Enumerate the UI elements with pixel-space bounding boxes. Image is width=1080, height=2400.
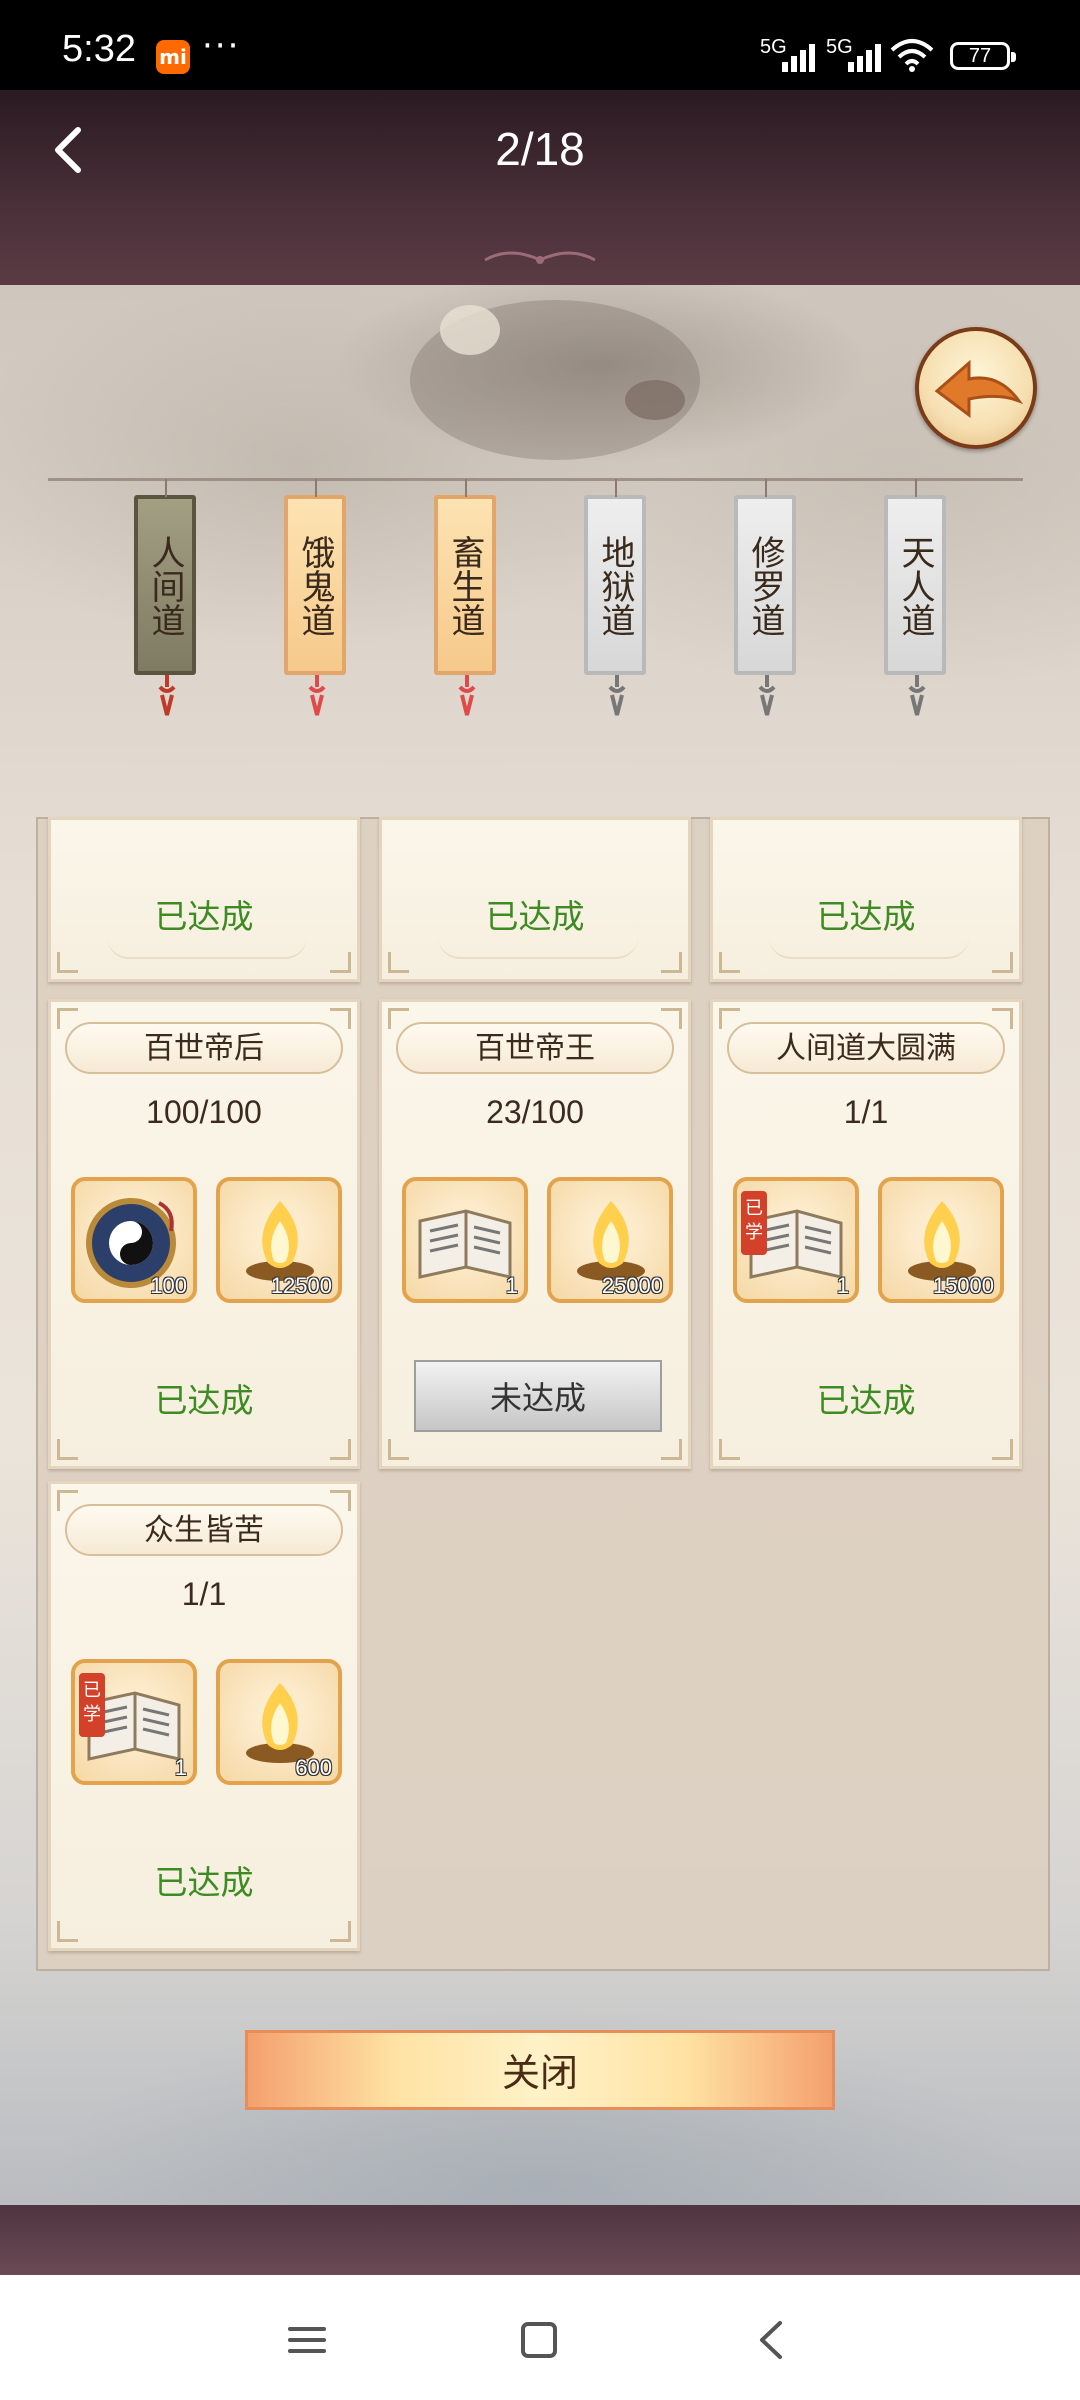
status-achieved: 已达成	[485, 897, 585, 936]
return-arrow-icon	[934, 359, 1024, 418]
item-quantity: 15000	[932, 1273, 994, 1298]
achievement-progress: 1/1	[181, 1576, 227, 1612]
tab-label: 修罗道	[745, 535, 785, 637]
tab-xiuluodao[interactable]: 修罗道	[734, 479, 796, 716]
reward-item[interactable]: 已学 1	[733, 1177, 859, 1303]
item-quantity: 12500	[270, 1273, 332, 1298]
learned-badge: 已学	[79, 1673, 105, 1737]
tassel-icon	[908, 675, 926, 716]
status-bar: 5:32 mi ··· 5G 5G 77	[0, 0, 1080, 90]
tassel-icon	[308, 675, 326, 716]
tab-label: 天人道	[895, 535, 935, 637]
header-ornament-icon	[484, 251, 596, 264]
battery-icon: 77	[950, 42, 1016, 70]
home-icon[interactable]	[514, 2315, 564, 2365]
achievement-card[interactable]: 已达成	[379, 817, 691, 982]
bottom-frame	[0, 2205, 1080, 2275]
tab-rope	[48, 478, 1023, 481]
item-quantity: 1	[174, 1755, 187, 1780]
status-achieved: 已达成	[154, 897, 254, 936]
achievement-card[interactable]: 已达成	[710, 817, 1022, 982]
achievement-title: 众生皆苦	[65, 1504, 343, 1556]
item-quantity: 100	[150, 1273, 187, 1298]
item-quantity: 25000	[601, 1273, 663, 1298]
tab-label: 地狱道	[595, 535, 635, 637]
achievement-card[interactable]: 已达成	[48, 817, 360, 982]
achievement-panel[interactable]: 已达成 已达成 已达成 百世帝后 100/100 100 12500 已达成 百…	[36, 817, 1050, 1971]
achievement-card[interactable]: 百世帝后 100/100 100 12500 已达成	[48, 999, 360, 1469]
app-header: 2/18	[0, 90, 1080, 285]
achievement-title: 人间道大圆满	[727, 1022, 1005, 1074]
tassel-icon	[158, 675, 176, 716]
reward-item[interactable]: 100	[71, 1177, 197, 1303]
clock: 5:32	[62, 28, 136, 70]
achievement-title: 百世帝后	[65, 1022, 343, 1074]
reward-item[interactable]: 1	[402, 1177, 528, 1303]
signal-bars-2-icon	[848, 42, 886, 72]
achievement-card[interactable]: 众生皆苦 1/1 已学 1 600 已达成	[48, 1481, 360, 1951]
tab-chushengdao[interactable]: 畜生道	[434, 479, 496, 716]
status-achieved: 已达成	[154, 1381, 254, 1420]
game-back-button[interactable]	[915, 327, 1037, 449]
page-counter: 2/18	[495, 123, 585, 175]
reward-item[interactable]: 已学 1	[71, 1659, 197, 1785]
reward-item[interactable]: 600	[216, 1659, 342, 1785]
status-not-achieved-button[interactable]: 未达成	[414, 1360, 662, 1432]
reward-item[interactable]: 25000	[547, 1177, 673, 1303]
tassel-icon	[758, 675, 776, 716]
tassel-icon	[608, 675, 626, 716]
tab-diyudao[interactable]: 地狱道	[584, 479, 646, 716]
item-quantity: 1	[836, 1273, 849, 1298]
status-achieved: 已达成	[816, 897, 916, 936]
item-quantity: 600	[295, 1755, 332, 1780]
mi-app-icon: mi	[156, 40, 190, 74]
status-achieved: 已达成	[154, 1863, 254, 1902]
back-icon[interactable]	[748, 2315, 798, 2365]
close-button[interactable]: 关闭	[245, 2030, 835, 2110]
achievement-card[interactable]: 人间道大圆满 1/1 已学 1 15000 已达成	[710, 999, 1022, 1469]
tab-label: 人间道	[145, 535, 185, 637]
tab-renjiandao[interactable]: 人间道	[134, 479, 196, 716]
tab-eguidao[interactable]: 饿鬼道	[284, 479, 346, 716]
tassel-icon	[458, 675, 476, 716]
achievement-progress: 1/1	[843, 1094, 889, 1130]
reward-item[interactable]: 15000	[878, 1177, 1004, 1303]
item-quantity: 1	[505, 1273, 518, 1298]
achievement-progress: 100/100	[146, 1094, 262, 1130]
achievement-title: 百世帝王	[396, 1022, 674, 1074]
achievement-card[interactable]: 百世帝王 23/100 1 25000 未达成	[379, 999, 691, 1469]
more-notifications-icon: ···	[202, 26, 241, 66]
signal-bars-1-icon	[782, 42, 820, 72]
system-nav-bar	[0, 2275, 1080, 2400]
learned-badge: 已学	[741, 1191, 767, 1255]
reward-item[interactable]: 12500	[216, 1177, 342, 1303]
menu-icon[interactable]	[282, 2315, 332, 2365]
tab-label: 饿鬼道	[295, 535, 335, 637]
achievement-progress: 23/100	[486, 1094, 584, 1130]
tab-label: 畜生道	[445, 535, 485, 637]
wifi-icon	[890, 39, 934, 72]
status-achieved: 已达成	[816, 1381, 916, 1420]
tab-tianrendao[interactable]: 天人道	[884, 479, 946, 716]
